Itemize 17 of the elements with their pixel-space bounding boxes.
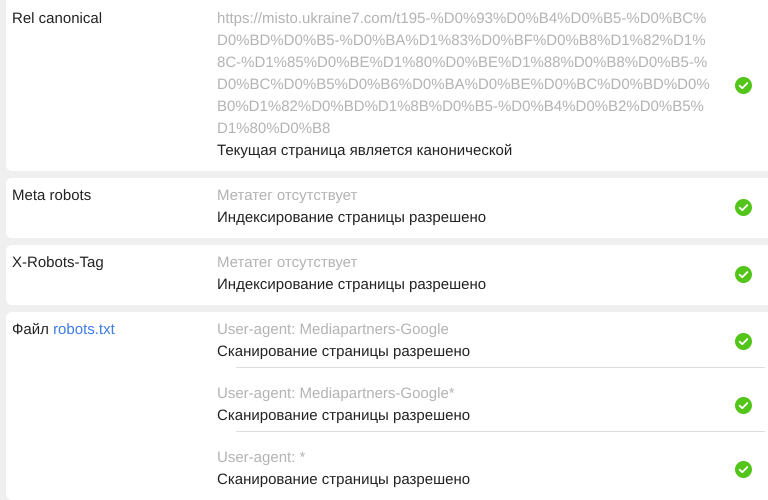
detail-text: Метатег отсутствует (217, 186, 358, 206)
robots-link[interactable]: robots.txt (53, 321, 115, 338)
result-text: Индексирование страницы разрешено (217, 208, 488, 228)
detail-text: https://misto.ukraine7.com/t195-%D0%93%D0%B4%D0%B5-%D0%BC%D0%BD%D0%B5-%D0%BA%D1%83%D0%BF%D0%B8%D1%82%D1%8C-%D1%85%D0%BE%D1%80%D0%BE%D1%88%D0%B8%D0%B5-%D0%BC%D0%B5%D0%B6%D0%BA%D0%BE%D0%BC%D0%BD%D0%B0%D1%82%D0%BD%D1%8B%D0%B5-%D0%B4%D0%B2%D0%B5%D1%80%D0%B8 (217, 9, 711, 139)
result-text: Сканирование страницы разрешено (217, 406, 472, 426)
result-text: Сканирование страницы разрешено (217, 470, 472, 490)
result-text: Текущая страница является канонической (217, 141, 514, 161)
detail-text: User-agent: Mediapartners-Google (217, 320, 450, 340)
row-label: X-Robots-Tag (12, 254, 104, 271)
row-label: Meta robots (12, 187, 92, 204)
result-text: Индексирование страницы разрешено (217, 275, 488, 295)
row-label: Файл (12, 321, 49, 338)
result-text: Сканирование страницы разрешено (217, 342, 472, 362)
detail-text: Метатег отсутствует (217, 253, 358, 273)
detail-text: User-agent: * (217, 448, 306, 468)
detail-text: User-agent: Mediapartners-Google* (217, 384, 456, 404)
row-label: Rel canonical (12, 10, 102, 27)
